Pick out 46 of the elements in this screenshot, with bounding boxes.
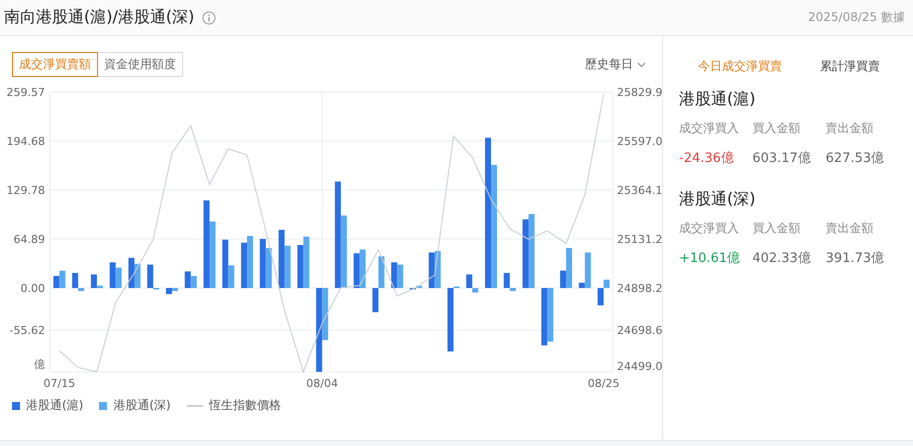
info-icon[interactable]: [202, 10, 216, 24]
axis-label: 64.89: [14, 233, 45, 246]
chevron-down-icon: [637, 62, 646, 68]
stat-value: 402.33億: [752, 250, 812, 267]
axis-label: 25829.9: [617, 86, 662, 99]
section-title: 港股通(滬): [679, 89, 756, 110]
stat-label: 成交淨買入: [679, 120, 740, 137]
tab[interactable]: 累計淨買賣: [820, 58, 880, 75]
section-title: 港股通(深): [679, 189, 756, 210]
axis-label: 25364.1: [617, 184, 662, 197]
axis-label: 25597.0: [617, 135, 662, 148]
axis-unit: 億: [34, 358, 45, 371]
stat-label: 買入金額: [752, 220, 802, 237]
stat-label: 賣出金額: [826, 120, 875, 137]
axis-label: -55.62: [10, 324, 45, 337]
axis-label: 25131.2: [617, 233, 662, 246]
axis-label: 07/15: [44, 377, 76, 390]
axis-label: 24698.6: [617, 324, 662, 337]
legend-line-icon: [186, 404, 203, 406]
axis-label: 0.00: [20, 282, 45, 295]
axis-label: 259.57: [6, 86, 45, 99]
period-dropdown[interactable]: 歷史每日: [585, 56, 646, 73]
stat-label: 買入金額: [752, 120, 802, 137]
toggle-tab[interactable]: 成交淨買賣額: [12, 52, 98, 77]
legend-square-icon: [12, 402, 20, 410]
toggle-tab[interactable]: 資金使用額度: [97, 52, 183, 77]
axis-label: 08/25: [588, 377, 620, 390]
legend-square-icon: [99, 402, 108, 410]
legend-label: 港股通(深): [113, 397, 171, 414]
legend-label: 港股通(滬): [26, 397, 84, 414]
stat-value: 627.53億: [826, 150, 886, 167]
axis-label: 24499.0: [617, 360, 662, 373]
stat-value: -24.36億: [679, 150, 735, 167]
stat-value: +10.61億: [679, 250, 742, 267]
stat-value: 603.17億: [752, 150, 812, 167]
axis-label: 24898.2: [617, 282, 662, 296]
tab[interactable]: 今日成交淨買賣: [698, 58, 782, 75]
axis-label: 129.78: [6, 184, 45, 197]
legend-label: 恆生指數價格: [208, 397, 281, 414]
page-title: 南向港股通(滬)/港股通(深): [4, 7, 194, 28]
data-date: 2025/08/25 數據: [808, 9, 905, 26]
axis-label: 194.68: [6, 135, 45, 148]
stat-label: 成交淨買入: [679, 220, 740, 237]
stat-label: 賣出金額: [826, 220, 875, 237]
axis-label: 08/04: [306, 377, 338, 390]
stat-value: 391.73億: [826, 250, 886, 267]
